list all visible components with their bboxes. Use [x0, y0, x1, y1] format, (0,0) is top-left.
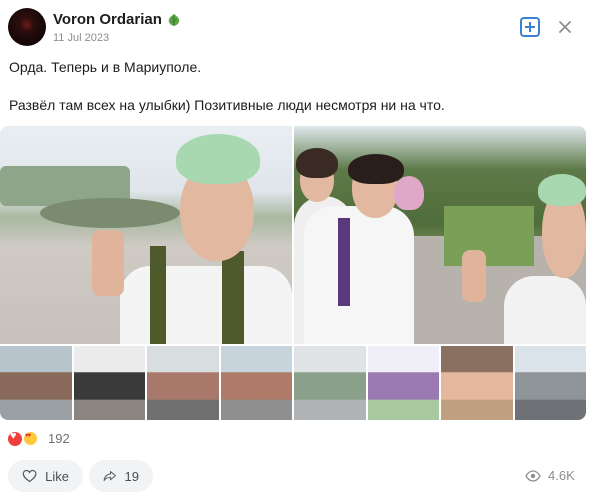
like-label: Like	[45, 468, 69, 484]
photo-hair-girl1	[296, 148, 338, 178]
reaction-count[interactable]: 192	[48, 431, 70, 446]
add-to-list-icon[interactable]	[520, 17, 540, 37]
close-icon[interactable]	[556, 18, 574, 36]
selfie-square-photo[interactable]	[0, 126, 292, 344]
share-count: 19	[124, 468, 139, 484]
like-button[interactable]: Like	[8, 460, 83, 492]
post-header: Voron Ordarian 11 Jul 2023	[0, 0, 593, 52]
photo-pink-hair	[394, 176, 424, 210]
author-name[interactable]: Voron Ordarian	[53, 11, 162, 28]
share-button[interactable]: 19	[89, 460, 153, 492]
thumb-building-entrance[interactable]	[73, 346, 145, 420]
thumb-square[interactable]	[514, 346, 586, 420]
heart-reaction-icon	[8, 430, 22, 446]
thumb-group-photo[interactable]	[441, 346, 513, 420]
love-eyes-reaction-icon	[23, 431, 38, 446]
photo-person-center	[304, 206, 414, 344]
photo-hair-selfie	[538, 174, 586, 206]
photo-backpack-strap-2	[222, 251, 244, 344]
post-date[interactable]: 11 Jul 2023	[53, 32, 109, 44]
post-text-line-2: Развёл там всех на улыбки) Позитивные лю…	[9, 97, 445, 113]
reactions-row[interactable]: 192	[8, 430, 70, 446]
photo-hand-peace	[462, 250, 486, 302]
photo-lawn	[444, 206, 534, 266]
photo-hand	[92, 230, 124, 296]
thumb-drawings[interactable]	[367, 346, 439, 420]
post-text-line-1: Орда. Теперь и в Мариуполе.	[9, 59, 202, 75]
photo-tie	[338, 218, 350, 306]
photo-backpack-strap	[150, 246, 166, 344]
leaf-badge-icon	[168, 13, 180, 26]
heart-outline-icon	[22, 469, 37, 483]
photo-hair	[176, 134, 260, 184]
thumb-scaffold-building[interactable]	[147, 346, 219, 420]
photo-hair-girl2	[348, 154, 404, 184]
thumb-street-buildings[interactable]	[220, 346, 292, 420]
author-avatar[interactable]	[8, 8, 46, 46]
thumb-apartment-building[interactable]	[0, 346, 72, 420]
photo-selfie-shirt	[504, 276, 586, 344]
photo-fountain	[40, 198, 180, 228]
photo-shirt	[120, 266, 292, 344]
group-selfie-photo[interactable]	[294, 126, 586, 344]
views-counter: 4.6K	[525, 468, 575, 483]
views-count: 4.6K	[548, 468, 575, 483]
eye-icon	[525, 469, 541, 482]
post-text: Орда. Теперь и в Мариуполе. Развёл там в…	[9, 58, 584, 115]
thumb-fence[interactable]	[294, 346, 366, 420]
author-name-row: Voron Ordarian	[53, 11, 181, 28]
share-arrow-icon	[103, 470, 116, 482]
